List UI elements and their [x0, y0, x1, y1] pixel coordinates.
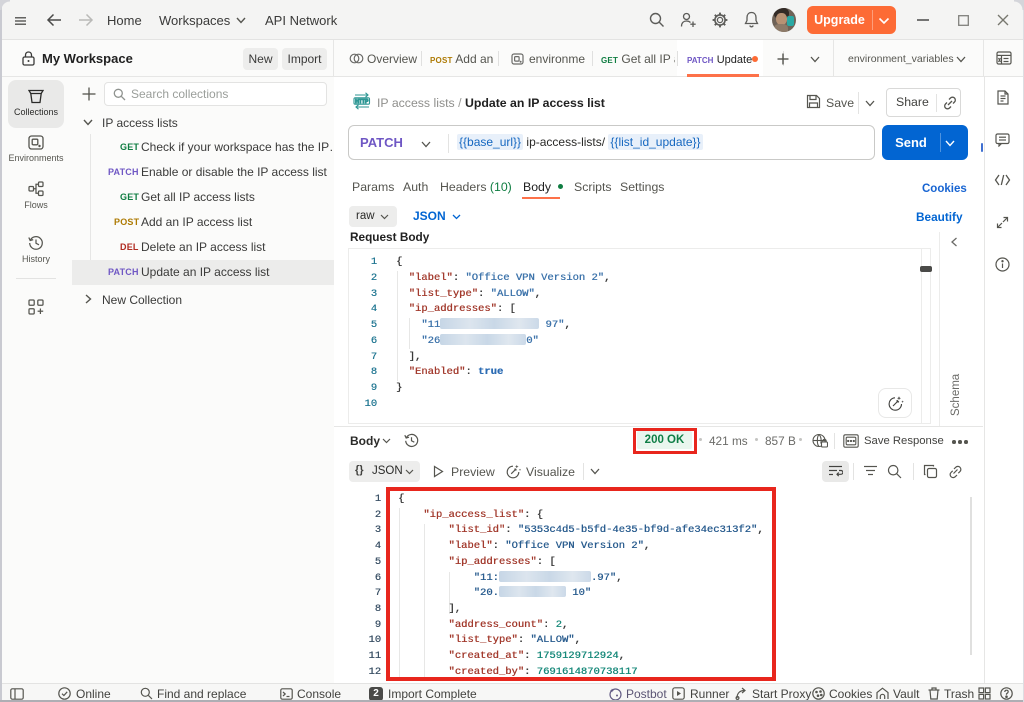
svg-text:HTTP: HTTP	[355, 99, 369, 105]
